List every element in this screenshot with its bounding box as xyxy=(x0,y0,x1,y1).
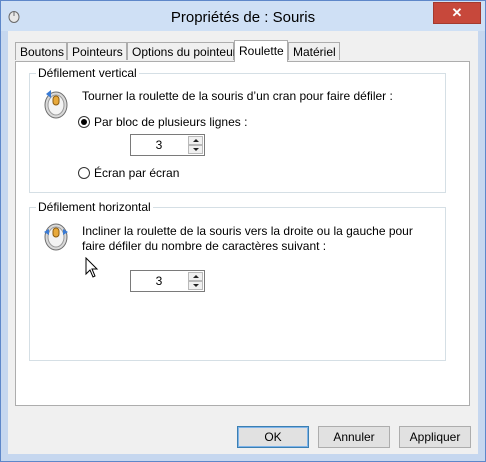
radio-screen[interactable] xyxy=(78,167,90,179)
tab-pointeurs[interactable]: Pointeurs xyxy=(67,42,127,60)
horizontal-scroll-group: Défilement horizontal Incliner la roulet… xyxy=(29,200,446,361)
chars-spin-down-button[interactable] xyxy=(188,281,203,290)
title-bar[interactable]: Propriétés de : Souris ✕ xyxy=(1,1,485,31)
arrow-cursor-icon xyxy=(85,257,99,278)
chars-value[interactable]: 3 xyxy=(131,271,187,291)
horizontal-scroll-description: Incliner la roulette de la souris vers l… xyxy=(82,224,413,253)
lines-value[interactable]: 3 xyxy=(131,135,187,155)
mouse-wheel-icon xyxy=(44,90,68,119)
dialog-client: Boutons Pointeurs Options du pointeur Ro… xyxy=(8,31,478,454)
tab-options-du-pointeur[interactable]: Options du pointeur xyxy=(127,42,237,60)
vertical-scroll-legend: Défilement vertical xyxy=(36,66,139,80)
apply-button[interactable]: Appliquer xyxy=(399,426,471,448)
horizontal-scroll-legend: Défilement horizontal xyxy=(36,200,153,214)
tab-materiel[interactable]: Matériel xyxy=(288,42,340,60)
lines-spin-down-button[interactable] xyxy=(188,145,203,154)
lines-spinner[interactable]: 3 xyxy=(130,134,205,156)
close-button[interactable]: ✕ xyxy=(433,2,481,24)
vertical-scroll-group: Défilement vertical Tourner la roulette … xyxy=(29,66,446,193)
radio-screen-label[interactable]: Écran par écran xyxy=(94,166,179,180)
lines-spin-up-button[interactable] xyxy=(188,136,203,145)
tab-boutons[interactable]: Boutons xyxy=(15,42,67,60)
mouse-wheel-icon xyxy=(44,223,68,251)
chars-spinner[interactable]: 3 xyxy=(130,270,205,292)
radio-lines[interactable] xyxy=(78,116,90,128)
vertical-scroll-description: Tourner la roulette de la souris d’un cr… xyxy=(82,89,393,103)
mouse-properties-window: Propriétés de : Souris ✕ Boutons Pointeu… xyxy=(0,0,486,462)
chars-spin-up-button[interactable] xyxy=(188,272,203,281)
radio-lines-label[interactable]: Par bloc de plusieurs lignes : xyxy=(94,115,247,129)
tab-panel-roulette: Défilement vertical Tourner la roulette … xyxy=(15,61,470,406)
ok-button[interactable]: OK xyxy=(237,426,309,448)
cancel-button[interactable]: Annuler xyxy=(318,426,390,448)
tab-roulette[interactable]: Roulette xyxy=(234,40,288,62)
window-title: Propriétés de : Souris xyxy=(170,9,316,26)
